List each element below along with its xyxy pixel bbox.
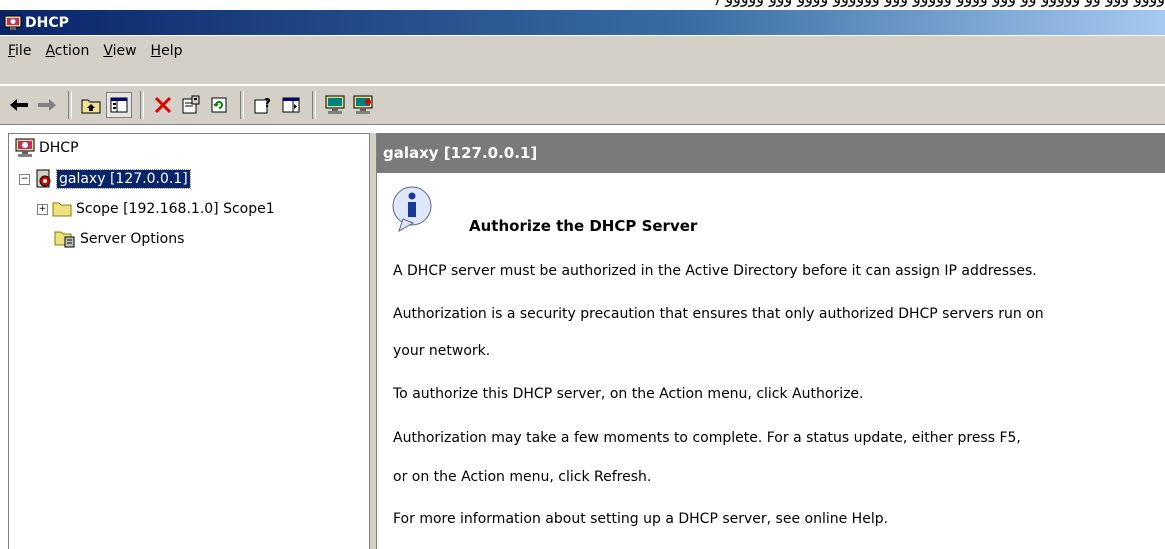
menu-action[interactable]: Action <box>45 43 89 59</box>
detail-pane: galaxy [127.0.0.1] Authorize the DHCP Se… <box>376 133 1165 549</box>
server-icon <box>325 95 345 114</box>
show-hide-console-tree-button[interactable] <box>106 92 132 118</box>
properties-icon <box>182 95 200 114</box>
expand-expander[interactable]: + <box>37 203 48 215</box>
server-alt-button[interactable] <box>350 92 376 118</box>
back-button[interactable] <box>6 92 32 118</box>
title-bar[interactable]: DHCP <box>0 10 1165 35</box>
tree-label-server-options: Server Options <box>80 231 185 247</box>
dhcp-root-icon <box>15 138 35 157</box>
show-hide-action-pane-button[interactable] <box>278 92 304 118</box>
svg-text:?: ? <box>264 96 271 110</box>
paragraph-6: or on the Action menu, click Refresh. <box>393 469 652 485</box>
forward-button[interactable] <box>34 92 60 118</box>
refresh-button[interactable] <box>206 92 232 118</box>
toolbar: ? <box>0 85 1165 125</box>
menu-help[interactable]: Help <box>151 43 183 59</box>
authorize-title: Authorize the DHCP Server <box>469 217 698 235</box>
tree-scope[interactable]: + Scope [192.168.1.0] Scope1 <box>37 200 275 218</box>
paragraph-1: A DHCP server must be authorized in the … <box>393 263 1037 279</box>
window-title: DHCP <box>25 14 69 31</box>
tree-root-dhcp[interactable]: DHCP <box>15 138 79 158</box>
menu-view[interactable]: View <box>103 43 136 59</box>
refresh-icon <box>211 97 227 113</box>
paragraph-3: your network. <box>393 343 491 359</box>
paragraph-5: Authorization may take a few moments to … <box>393 430 1021 446</box>
server-options-folder-icon <box>54 231 75 248</box>
server-alt-icon <box>353 95 373 114</box>
detail-header: galaxy [127.0.0.1] <box>377 133 1165 173</box>
overlay-caption-text: ﻭﻭﻭﻭ ﻭﻭﻭ ﻭﻭ ﻭﻭﻭﻭﻭ ﻭﻭ ﻭﻭﻭ ﻭﻭﻭﻭ ﻭﻭﻭﻭﻭ ﻭﻭﻭ … <box>460 0 1165 10</box>
help-button[interactable]: ? <box>250 92 276 118</box>
console-tree[interactable]: DHCP − galaxy [127.0.0.1] + Scope [192.1… <box>8 133 370 549</box>
dhcp-app-icon <box>4 15 22 30</box>
show-hide-console-tree-icon <box>110 97 128 113</box>
server-button[interactable] <box>322 92 348 118</box>
paragraph-4: To authorize this DHCP server, on the Ac… <box>393 386 864 402</box>
up-one-level-button[interactable] <box>78 92 104 118</box>
toolbar-separator <box>312 91 316 119</box>
tree-label-dhcp: DHCP <box>39 140 79 156</box>
tree-label-server: galaxy [127.0.0.1] <box>56 169 191 189</box>
server-down-icon <box>36 169 51 188</box>
tree-label-scope: Scope [192.168.1.0] Scope1 <box>76 201 275 217</box>
help-icon: ? <box>254 96 271 114</box>
tree-server-galaxy[interactable]: − galaxy [127.0.0.1] <box>19 169 191 189</box>
up-one-level-icon <box>81 99 101 114</box>
toolbar-separator <box>240 91 244 119</box>
menu-bar: File Action View Help <box>0 35 1165 84</box>
toolbar-separator <box>140 91 144 119</box>
delete-button[interactable] <box>150 92 176 118</box>
menu-file[interactable]: File <box>8 43 31 59</box>
show-hide-action-pane-icon <box>282 97 300 113</box>
paragraph-7: For more information about setting up a … <box>393 511 889 527</box>
detail-header-text: galaxy [127.0.0.1] <box>383 144 538 162</box>
properties-button[interactable] <box>178 92 204 118</box>
folder-icon <box>52 202 72 217</box>
back-icon <box>10 99 28 111</box>
collapse-expander[interactable]: − <box>19 173 30 185</box>
info-icon <box>392 186 432 233</box>
delete-icon <box>154 96 172 114</box>
tree-server-options[interactable]: Server Options <box>54 229 184 249</box>
paragraph-2: Authorization is a security precaution t… <box>393 306 1044 322</box>
toolbar-separator <box>68 91 72 119</box>
forward-icon <box>38 99 56 111</box>
